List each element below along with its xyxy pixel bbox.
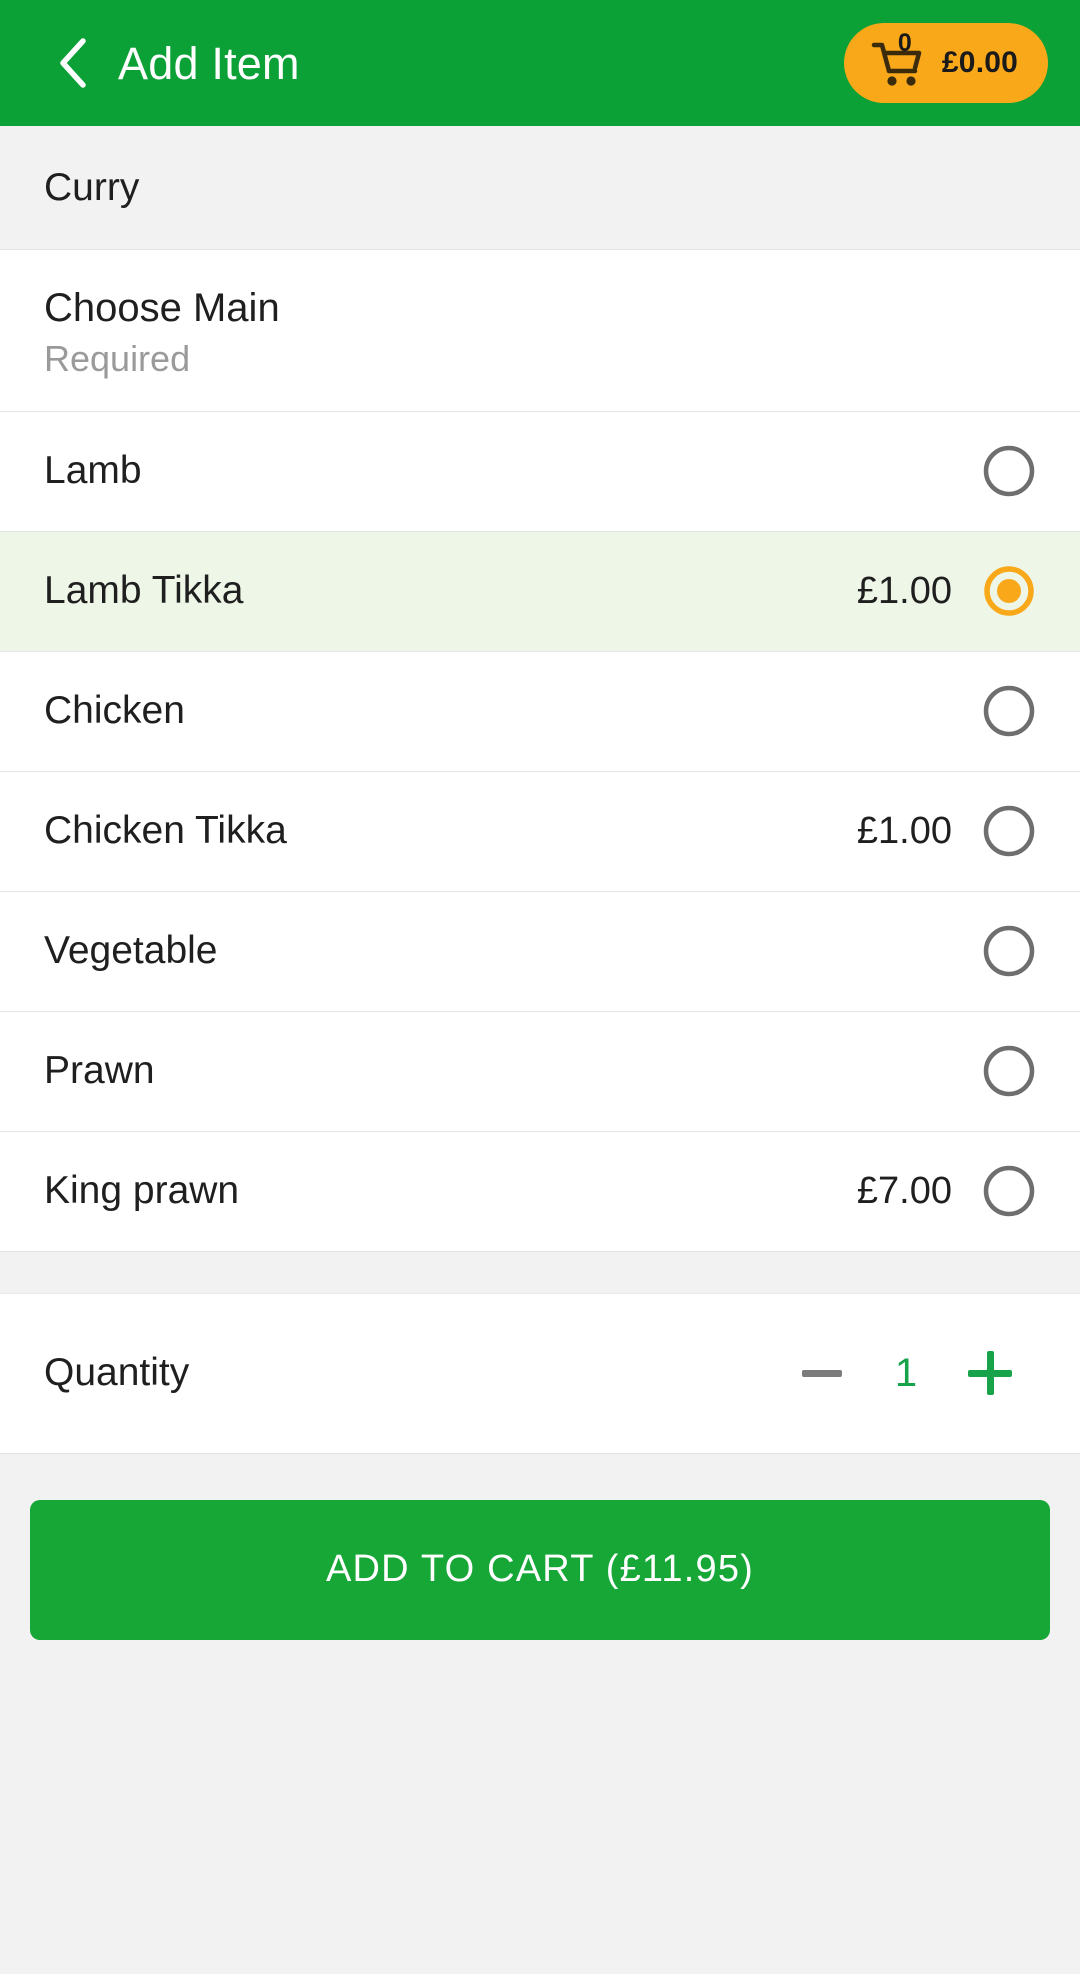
cart-total-label: £0.00 [941,46,1018,79]
option-label: Lamb [44,449,142,493]
radio-unselected-icon[interactable] [982,444,1036,498]
cart-button[interactable]: 0 £0.00 [843,23,1048,103]
minus-icon [802,1369,842,1377]
quantity-decrement-button[interactable] [776,1327,868,1419]
quantity-value: 1 [894,1350,918,1395]
radio-unselected-icon[interactable] [982,1164,1036,1218]
option-label: Chicken [44,689,185,733]
quantity-label: Quantity [44,1351,190,1395]
quantity-stepper: 1 [776,1327,1036,1419]
option-row[interactable]: Chicken [0,651,1080,772]
option-row[interactable]: King prawn £7.00 [0,1131,1080,1252]
radio-selected-icon[interactable] [982,564,1036,618]
radio-unselected-icon[interactable] [982,684,1036,738]
radio-unselected-icon[interactable] [982,1044,1036,1098]
option-label: Vegetable [44,929,218,973]
option-label: King prawn [44,1169,240,1213]
content-area: Curry Choose Main Required Lamb Lamb Tik… [0,126,1080,1974]
quantity-increment-button[interactable] [944,1327,1036,1419]
option-row[interactable]: Lamb Tikka £1.00 [0,531,1080,652]
option-price: £1.00 [856,809,952,852]
plus-icon [968,1351,1012,1396]
cart-count-badge: 0 [897,29,912,57]
option-price: £1.00 [856,569,952,612]
option-row[interactable]: Chicken Tikka £1.00 [0,771,1080,892]
option-group-title: Choose Main [44,286,280,330]
section-spacer [0,1251,1080,1294]
option-label: Lamb Tikka [44,569,244,613]
radio-unselected-icon[interactable] [982,924,1036,978]
option-price: £7.00 [856,1169,952,1212]
option-group-header: Choose Main Required [0,250,1080,412]
option-label: Prawn [44,1049,155,1093]
option-label: Chicken Tikka [44,809,287,853]
add-item-screen: Add Item 0 £0.00 Curry Choose Main Requi… [0,0,1080,1974]
category-label: Curry [44,165,140,209]
cart-icon-wrapper: 0 [870,31,926,91]
add-to-cart-button[interactable]: ADD TO CART (£11.95) [30,1499,1050,1640]
back-button[interactable] [44,35,100,91]
quantity-row: Quantity 1 [0,1293,1080,1454]
chevron-left-icon [60,38,86,88]
app-header: Add Item 0 £0.00 [0,0,1080,126]
option-row[interactable]: Vegetable [0,891,1080,1012]
option-group-required-label: Required [44,337,191,379]
page-title: Add Item [118,37,300,89]
option-row[interactable]: Lamb [0,411,1080,532]
footer-bar: ADD TO CART (£11.95) [0,1453,1080,1974]
radio-unselected-icon[interactable] [982,804,1036,858]
category-band: Curry [0,126,1080,250]
option-row[interactable]: Prawn [0,1011,1080,1132]
